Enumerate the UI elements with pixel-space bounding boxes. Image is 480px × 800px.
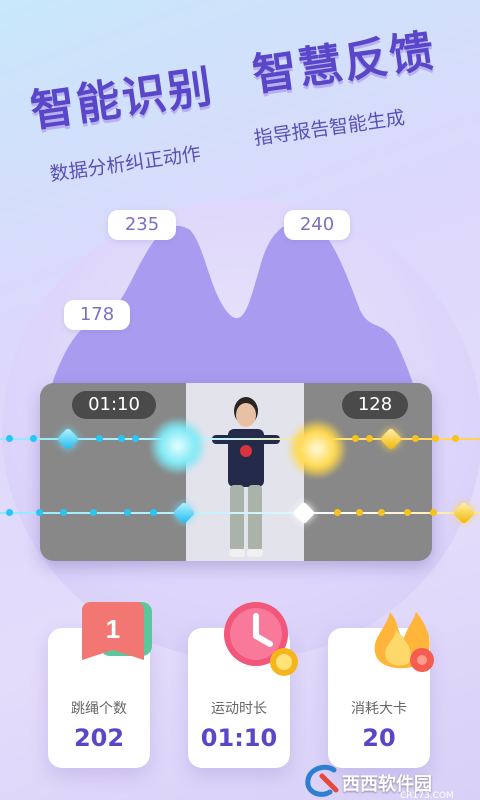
gold-energy-orb-icon [288,420,346,478]
stat-value: 202 [73,724,125,752]
track-dot [118,435,125,442]
blue-energy-orb-icon [150,418,206,474]
track-dot [90,509,97,516]
track-dot [150,509,157,516]
track-dot [352,435,359,442]
child-figure [212,397,280,557]
wave-label-178: 178 [64,300,130,330]
track-dot [452,435,459,442]
wave-label-240: 240 [284,210,350,240]
stat-value: 01:10 [200,724,278,752]
wave-label-235: 235 [108,210,176,240]
subtitle-left: 数据分析纠正动作 [48,142,203,186]
stat-value: 20 [362,724,396,752]
count-badge: 128 [342,391,408,419]
track-dot [404,509,411,516]
watermark-icon [305,764,339,797]
timer-badge: 01:10 [72,391,156,419]
track-dot [6,435,13,442]
book-number-text: 1 [106,614,120,644]
book-number-icon: 1 [82,602,152,660]
track-dot [96,435,103,442]
headline-left: 智能识别 [27,61,217,138]
track-dot [132,435,139,442]
headline-right: 智慧反馈 [249,25,439,102]
hero-banner: 智能识别 智慧反馈 数据分析纠正动作 指导报告智能生成 [0,0,480,190]
rhythm-wave-chart [50,221,415,390]
track-dot [124,509,131,516]
flame-icon [374,612,434,672]
clock-icon [224,602,298,676]
subtitle-right: 指导报告智能生成 [252,106,407,150]
stat-label: 消耗大卡 [351,701,407,717]
track-dot [30,435,37,442]
track-dot [60,509,67,516]
track-dot [430,509,437,516]
track-dot [36,509,43,516]
watermark-logo: 西西软件园 CR173.COM [300,760,480,800]
track-dot [366,435,373,442]
track-dot [356,509,363,516]
track-dot [432,435,439,442]
stat-label: 运动时长 [211,701,267,717]
track-dot [334,509,341,516]
track-dot [6,509,13,516]
track-dot [412,435,419,442]
video-stage[interactable]: 01:10 128 [40,383,432,561]
track-dot [378,509,385,516]
watermark-subtext: CR173.COM [400,791,454,800]
stat-label: 跳绳个数 [71,701,127,717]
